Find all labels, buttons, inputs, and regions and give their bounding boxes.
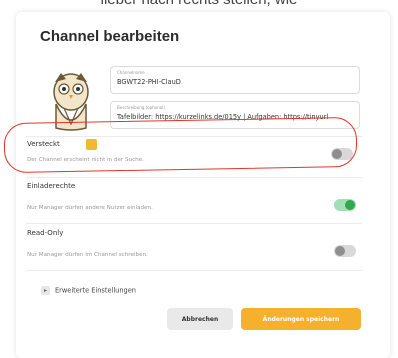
invite-rights-toggle[interactable]	[334, 199, 356, 211]
dialog-title: Channel bearbeiten	[40, 28, 180, 45]
invite-setting-description: Nur Manager dürfen andere Nutzer einlade…	[27, 205, 153, 211]
toggle-knob	[345, 200, 355, 210]
cancel-button[interactable]: Abbrechen	[167, 308, 233, 330]
read-only-setting-title: Read-Only	[27, 229, 64, 237]
read-only-toggle[interactable]	[334, 245, 356, 257]
advanced-settings-label: Erweiterte Einstellungen	[55, 286, 136, 295]
divider	[26, 223, 362, 224]
advanced-settings-toggle[interactable]: ▸ Erweiterte Einstellungen	[41, 286, 136, 295]
divider	[26, 270, 362, 271]
chevron-right-icon: ▸	[41, 286, 50, 295]
save-changes-button[interactable]: Änderungen speichern	[241, 308, 361, 330]
invite-setting-title: Einladerechte	[27, 182, 76, 190]
toggle-knob	[335, 246, 345, 256]
channel-name-value: BGWT22-PHI-ClauD	[117, 78, 181, 86]
edit-channel-dialog: Channel bearbeiten Channelname BGWT22-PH…	[16, 12, 390, 358]
channel-name-field[interactable]: Channelname BGWT22-PHI-ClauD	[110, 66, 360, 94]
read-only-setting-description: Nur Manager dürfen im Channel schreiben.	[27, 252, 148, 258]
divider	[26, 177, 362, 178]
background-caption-text: lieber nach rechts stellen, wie	[0, 0, 398, 12]
red-highlight-annotation	[3, 116, 358, 174]
